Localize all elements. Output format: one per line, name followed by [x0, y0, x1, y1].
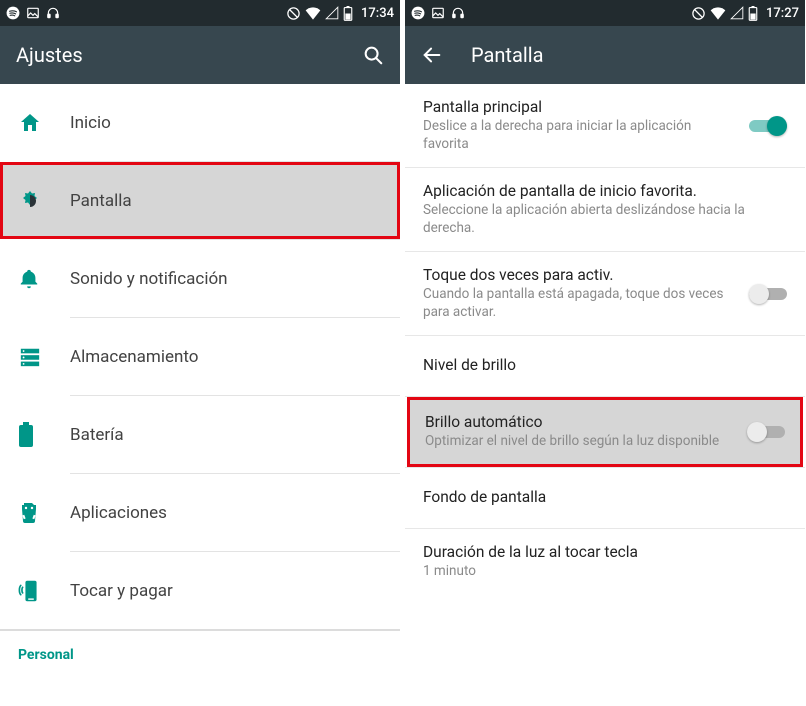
settings-item-pantalla[interactable]: Pantalla: [0, 162, 400, 239]
image-icon: [431, 6, 445, 20]
switch-toggle[interactable]: [749, 116, 787, 136]
setting-title: Toque dos veces para activ.: [423, 266, 737, 284]
setting-title: Fondo de pantalla: [423, 488, 775, 506]
tap-pay-icon: [18, 578, 70, 604]
setting-wallpaper[interactable]: Fondo de pantalla: [405, 468, 805, 528]
page-title: Pantalla: [471, 43, 543, 67]
settings-item-bateria[interactable]: Batería: [0, 396, 400, 473]
screen-settings-main: 17:34 Ajustes Inicio Pantalla Sonido: [0, 0, 400, 706]
battery-icon: [343, 6, 353, 21]
battery-settings-icon: [18, 422, 70, 448]
setting-brightness-level[interactable]: Nivel de brillo: [405, 336, 805, 396]
settings-item-inicio[interactable]: Inicio: [0, 84, 400, 161]
setting-auto-brightness[interactable]: Brillo automático Optimizar el nivel de …: [407, 397, 803, 467]
settings-item-aplicaciones[interactable]: Aplicaciones: [0, 474, 400, 551]
setting-subtitle: Cuando la pantalla está apagada, toque d…: [423, 286, 737, 321]
status-time: 17:34: [361, 6, 394, 21]
display-settings-list: Pantalla principal Deslice a la derecha …: [405, 84, 805, 706]
status-bar: 17:34: [0, 0, 400, 26]
no-entry-icon: [691, 6, 706, 21]
settings-item-tocar-pagar[interactable]: Tocar y pagar: [0, 552, 400, 629]
appbar: Ajustes: [0, 26, 400, 84]
settings-item-label: Almacenamiento: [70, 347, 198, 367]
screen-pantalla-detail: 17:27 Pantalla Pantalla principal Deslic…: [405, 0, 805, 706]
settings-item-sonido[interactable]: Sonido y notificación: [0, 240, 400, 317]
home-icon: [18, 111, 70, 135]
headphones-icon: [46, 6, 60, 20]
setting-title: Aplicación de pantalla de inicio favorit…: [423, 182, 775, 200]
settings-item-label: Tocar y pagar: [70, 581, 173, 601]
settings-item-label: Inicio: [70, 113, 111, 133]
appbar: Pantalla: [405, 26, 805, 84]
setting-key-light-duration[interactable]: Duración de la luz al tocar tecla 1 minu…: [405, 529, 805, 595]
spotify-icon: [411, 6, 425, 20]
switch-toggle[interactable]: [749, 284, 787, 304]
section-header: Personal: [0, 631, 400, 673]
setting-subtitle: Optimizar el nivel de brillo según la lu…: [425, 433, 735, 451]
status-bar: 17:27: [405, 0, 805, 26]
settings-item-almacenamiento[interactable]: Almacenamiento: [0, 318, 400, 395]
setting-subtitle: Deslice a la derecha para iniciar la apl…: [423, 118, 737, 153]
setting-title: Pantalla principal: [423, 98, 737, 116]
setting-subtitle: Seleccione la aplicación abierta deslizá…: [423, 202, 775, 237]
storage-icon: [18, 346, 70, 368]
no-entry-icon: [286, 6, 301, 21]
setting-favorite-app[interactable]: Aplicación de pantalla de inicio favorit…: [405, 168, 805, 251]
display-icon: [18, 189, 70, 213]
back-button[interactable]: [421, 44, 443, 66]
settings-item-label: Batería: [70, 425, 124, 445]
setting-title: Brillo automático: [425, 413, 735, 431]
setting-subtitle: 1 minuto: [423, 563, 775, 581]
switch-toggle[interactable]: [747, 422, 785, 442]
wifi-icon: [305, 6, 321, 20]
settings-item-label: Sonido y notificación: [70, 269, 228, 289]
setting-title: Duración de la luz al tocar tecla: [423, 543, 775, 561]
image-icon: [26, 6, 40, 20]
setting-pantalla-principal[interactable]: Pantalla principal Deslice a la derecha …: [405, 84, 805, 167]
search-icon[interactable]: [362, 44, 384, 66]
apps-icon: [18, 501, 70, 525]
signal-icon: [730, 6, 744, 20]
signal-icon: [325, 6, 339, 20]
battery-icon: [748, 6, 758, 21]
setting-title: Nivel de brillo: [423, 356, 775, 374]
settings-item-label: Aplicaciones: [70, 503, 167, 523]
settings-item-label: Pantalla: [70, 191, 132, 211]
wifi-icon: [710, 6, 726, 20]
page-title: Ajustes: [16, 43, 83, 67]
headphones-icon: [451, 6, 465, 20]
bell-icon: [18, 267, 70, 291]
status-time: 17:27: [766, 6, 799, 21]
settings-list: Inicio Pantalla Sonido y notificación Al…: [0, 84, 400, 706]
spotify-icon: [6, 6, 20, 20]
setting-double-tap[interactable]: Toque dos veces para activ. Cuando la pa…: [405, 252, 805, 335]
